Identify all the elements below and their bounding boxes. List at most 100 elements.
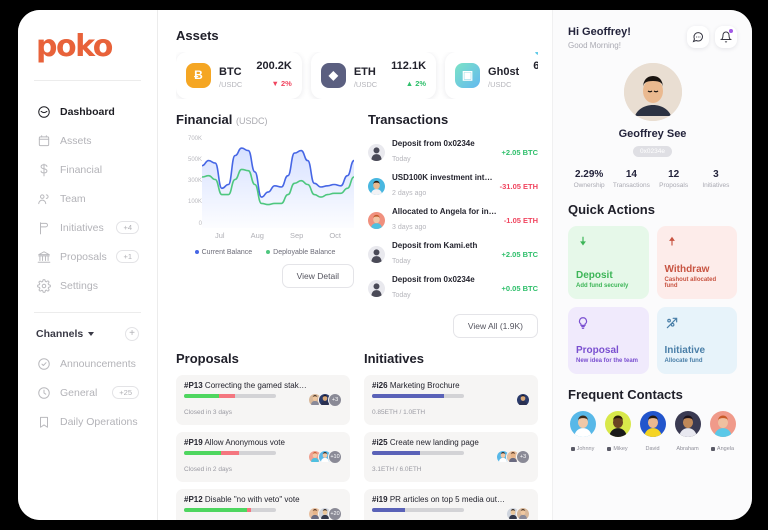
channel-item-badge: +25 [112, 386, 139, 399]
asset-card-gh0st[interactable]: 118 items ▣ Gh0st/USDC 68.9K▼ 2% [445, 52, 538, 99]
add-channel-button[interactable]: + [125, 327, 139, 341]
financial-currency: (USDC) [235, 115, 268, 126]
quick-action-deposit[interactable]: Deposit Add fund securely [568, 226, 649, 299]
quick-action-title: Deposit [576, 270, 613, 281]
asset-info: ETH/USDC [354, 62, 377, 89]
profile-stat-label: Transactions [612, 182, 650, 189]
proposal-more-count: +3 [328, 392, 342, 407]
proposal-title: #P19 Allow Anonymous vote [184, 438, 308, 447]
proposal-row[interactable]: #P12 Disable "no with veto" votePassed +2… [176, 488, 350, 520]
contact-david[interactable]: David [638, 411, 667, 455]
transaction-row[interactable]: Deposit from Kami.eth Today +2.05 BTC [368, 238, 538, 272]
initiative-id: #i25 [372, 437, 388, 447]
asset-change: ▲ 2% [405, 78, 427, 88]
quick-actions-title: Quick Actions [568, 202, 655, 217]
initiative-name: PR articles on top 5 media outlets [389, 494, 506, 504]
chart-area-fill [202, 147, 354, 228]
view-detail-button[interactable]: View Detail [281, 263, 354, 288]
clock-icon [36, 385, 51, 400]
contacts-title: Frequent Contacts [568, 387, 683, 402]
sidebar-item-team[interactable]: Team [32, 184, 143, 213]
profile-stat: 2.29% Ownership [568, 169, 610, 189]
transaction-row[interactable]: Deposit from 0x0234e Today +0.05 BTC [368, 272, 538, 306]
middle-row: Financial (USDC) 700K 500K 300K 100K 0 Jul Au… [176, 112, 538, 338]
proposal-avatars: +20 [308, 506, 342, 520]
transactions-view-all-button[interactable]: View All (1.9K) [452, 313, 538, 338]
proposal-progress-bar [184, 450, 276, 455]
profile-stat: 12 Proposals [653, 169, 695, 189]
asset-pair: /USDC [353, 79, 378, 89]
profile-stat-value: 14 [625, 169, 637, 180]
transaction-avatar [368, 280, 385, 298]
proposal-row[interactable]: #P19 Allow Anonymous vote Closed in 2 day… [176, 431, 350, 482]
transaction-title: USD100K investment into X Fund [392, 173, 493, 183]
channel-item-label: Daily Operations [60, 415, 138, 428]
channel-item-announcements[interactable]: Announcements [32, 349, 143, 378]
initiative-row[interactable]: #i25 Create new landing page 3.1ETH / 6.0… [364, 431, 538, 482]
avatar [604, 411, 631, 437]
avatar [516, 392, 530, 407]
contacts-list: Johnny Mikey David Abraham Angela [568, 411, 737, 455]
channel-item-general[interactable]: General +25 [32, 378, 143, 407]
quick-action-desc: Allocate fund [664, 358, 703, 364]
app-logo[interactable]: poko [32, 26, 143, 62]
transaction-title: Deposit from Kami.eth [392, 241, 478, 251]
avatar[interactable] [623, 63, 682, 121]
sidebar-item-financial[interactable]: Financial [32, 155, 143, 184]
initiative-body: #i19 PR articles on top 5 media outlets0… [372, 495, 506, 520]
sidebar-item-assets[interactable]: Assets [32, 126, 143, 155]
home-icon [36, 104, 51, 119]
quick-action-withdraw[interactable]: Withdraw Cashout allocated fund [656, 226, 737, 299]
proposal-body: #P12 Disable "no with veto" votePassed [184, 495, 308, 520]
profile-address[interactable]: 0x0234e [633, 146, 672, 157]
transaction-body: Deposit from Kami.eth Today [392, 241, 495, 268]
contact-johnny[interactable]: Johnny [568, 411, 597, 455]
legend-item: Current Balance [194, 249, 252, 256]
quick-action-initiative[interactable]: Initiative Allocate fund [656, 307, 737, 374]
initiatives-list: #i26 Marketing Brochure 0.85ETH / 1.0ETH #… [364, 374, 538, 520]
initiative-progress-bar [372, 393, 464, 398]
arrow-down-icon [576, 235, 641, 252]
profile-stat-value: 3 [713, 169, 719, 180]
proposal-avatars: +3 [308, 392, 342, 407]
y-tick: 0 [198, 220, 202, 227]
quick-action-desc: New idea for the team [576, 358, 639, 364]
y-tick: 100K [187, 199, 202, 206]
contact-marker-icon [710, 446, 715, 451]
transaction-row[interactable]: Allocated to Angela for initiative #12 3 … [368, 204, 538, 238]
sidebar-item-proposals[interactable]: Proposals +1 [32, 242, 143, 271]
quick-action-title: Proposal [576, 345, 619, 356]
sidebar-item-initiatives[interactable]: Initiatives +4 [32, 213, 143, 242]
asset-change-value: 2% [415, 78, 427, 88]
proposals-list: #P13 Correcting the gamed stakedrop Close… [176, 374, 350, 520]
asset-card-btc[interactable]: Ƀ BTC/USDC 200.2K ▼ 2% [176, 52, 302, 99]
transaction-row[interactable]: Deposit from 0x0234e Today +2.05 BTC [368, 136, 538, 170]
proposal-name: Allow Anonymous vote [204, 437, 285, 447]
asset-pair: /USDC [488, 79, 512, 89]
proposal-row[interactable]: #P13 Correcting the gamed stakedrop Close… [176, 374, 350, 425]
transaction-title: Deposit from 0x0234e [392, 275, 475, 285]
trending-up-icon [665, 316, 730, 333]
channel-item-daily-operations[interactable]: Daily Operations [32, 407, 143, 436]
chevron-down-icon[interactable] [88, 332, 95, 336]
transaction-amount: +2.05 BTC [501, 250, 538, 260]
proposal-avatars: +10 [308, 449, 342, 464]
initiative-row[interactable]: #i26 Marketing Brochure 0.85ETH / 1.0ETH [364, 374, 538, 425]
lightbulb-icon [576, 316, 641, 333]
sidebar-item-settings[interactable]: Settings [32, 271, 143, 300]
transaction-time: 3 days ago [392, 224, 427, 232]
transaction-row[interactable]: USD100K investment into X Fund 2 days ago… [368, 170, 538, 204]
channels-header[interactable]: Channels + [32, 325, 143, 349]
contact-abraham[interactable]: Abraham [673, 411, 702, 455]
contact-mikey[interactable]: Mikey [603, 411, 632, 455]
asset-change: ▼ 2% [271, 78, 292, 88]
asset-card-eth[interactable]: ◆ ETH/USDC 112.1K ▲ 2% [310, 52, 437, 99]
assets-row: ɃBTC/USDC200.2K▼ 2%◆ETH/USDC112.1K▲ 2%11… [176, 52, 538, 99]
contact-angela[interactable]: Angela [708, 411, 737, 455]
chat-bubble-icon[interactable] [687, 26, 709, 48]
bell-icon[interactable] [715, 26, 737, 48]
main-content: Assets Ƀ BTC/USDC 200.2K ▼ 2% ◆ ETH/USDC 112.1… [158, 10, 552, 520]
sidebar-item-dashboard[interactable]: Dashboard [32, 97, 143, 126]
initiative-row[interactable]: #i19 PR articles on top 5 media outlets0… [364, 488, 538, 520]
quick-action-proposal[interactable]: Proposal New idea for the team [568, 307, 649, 374]
